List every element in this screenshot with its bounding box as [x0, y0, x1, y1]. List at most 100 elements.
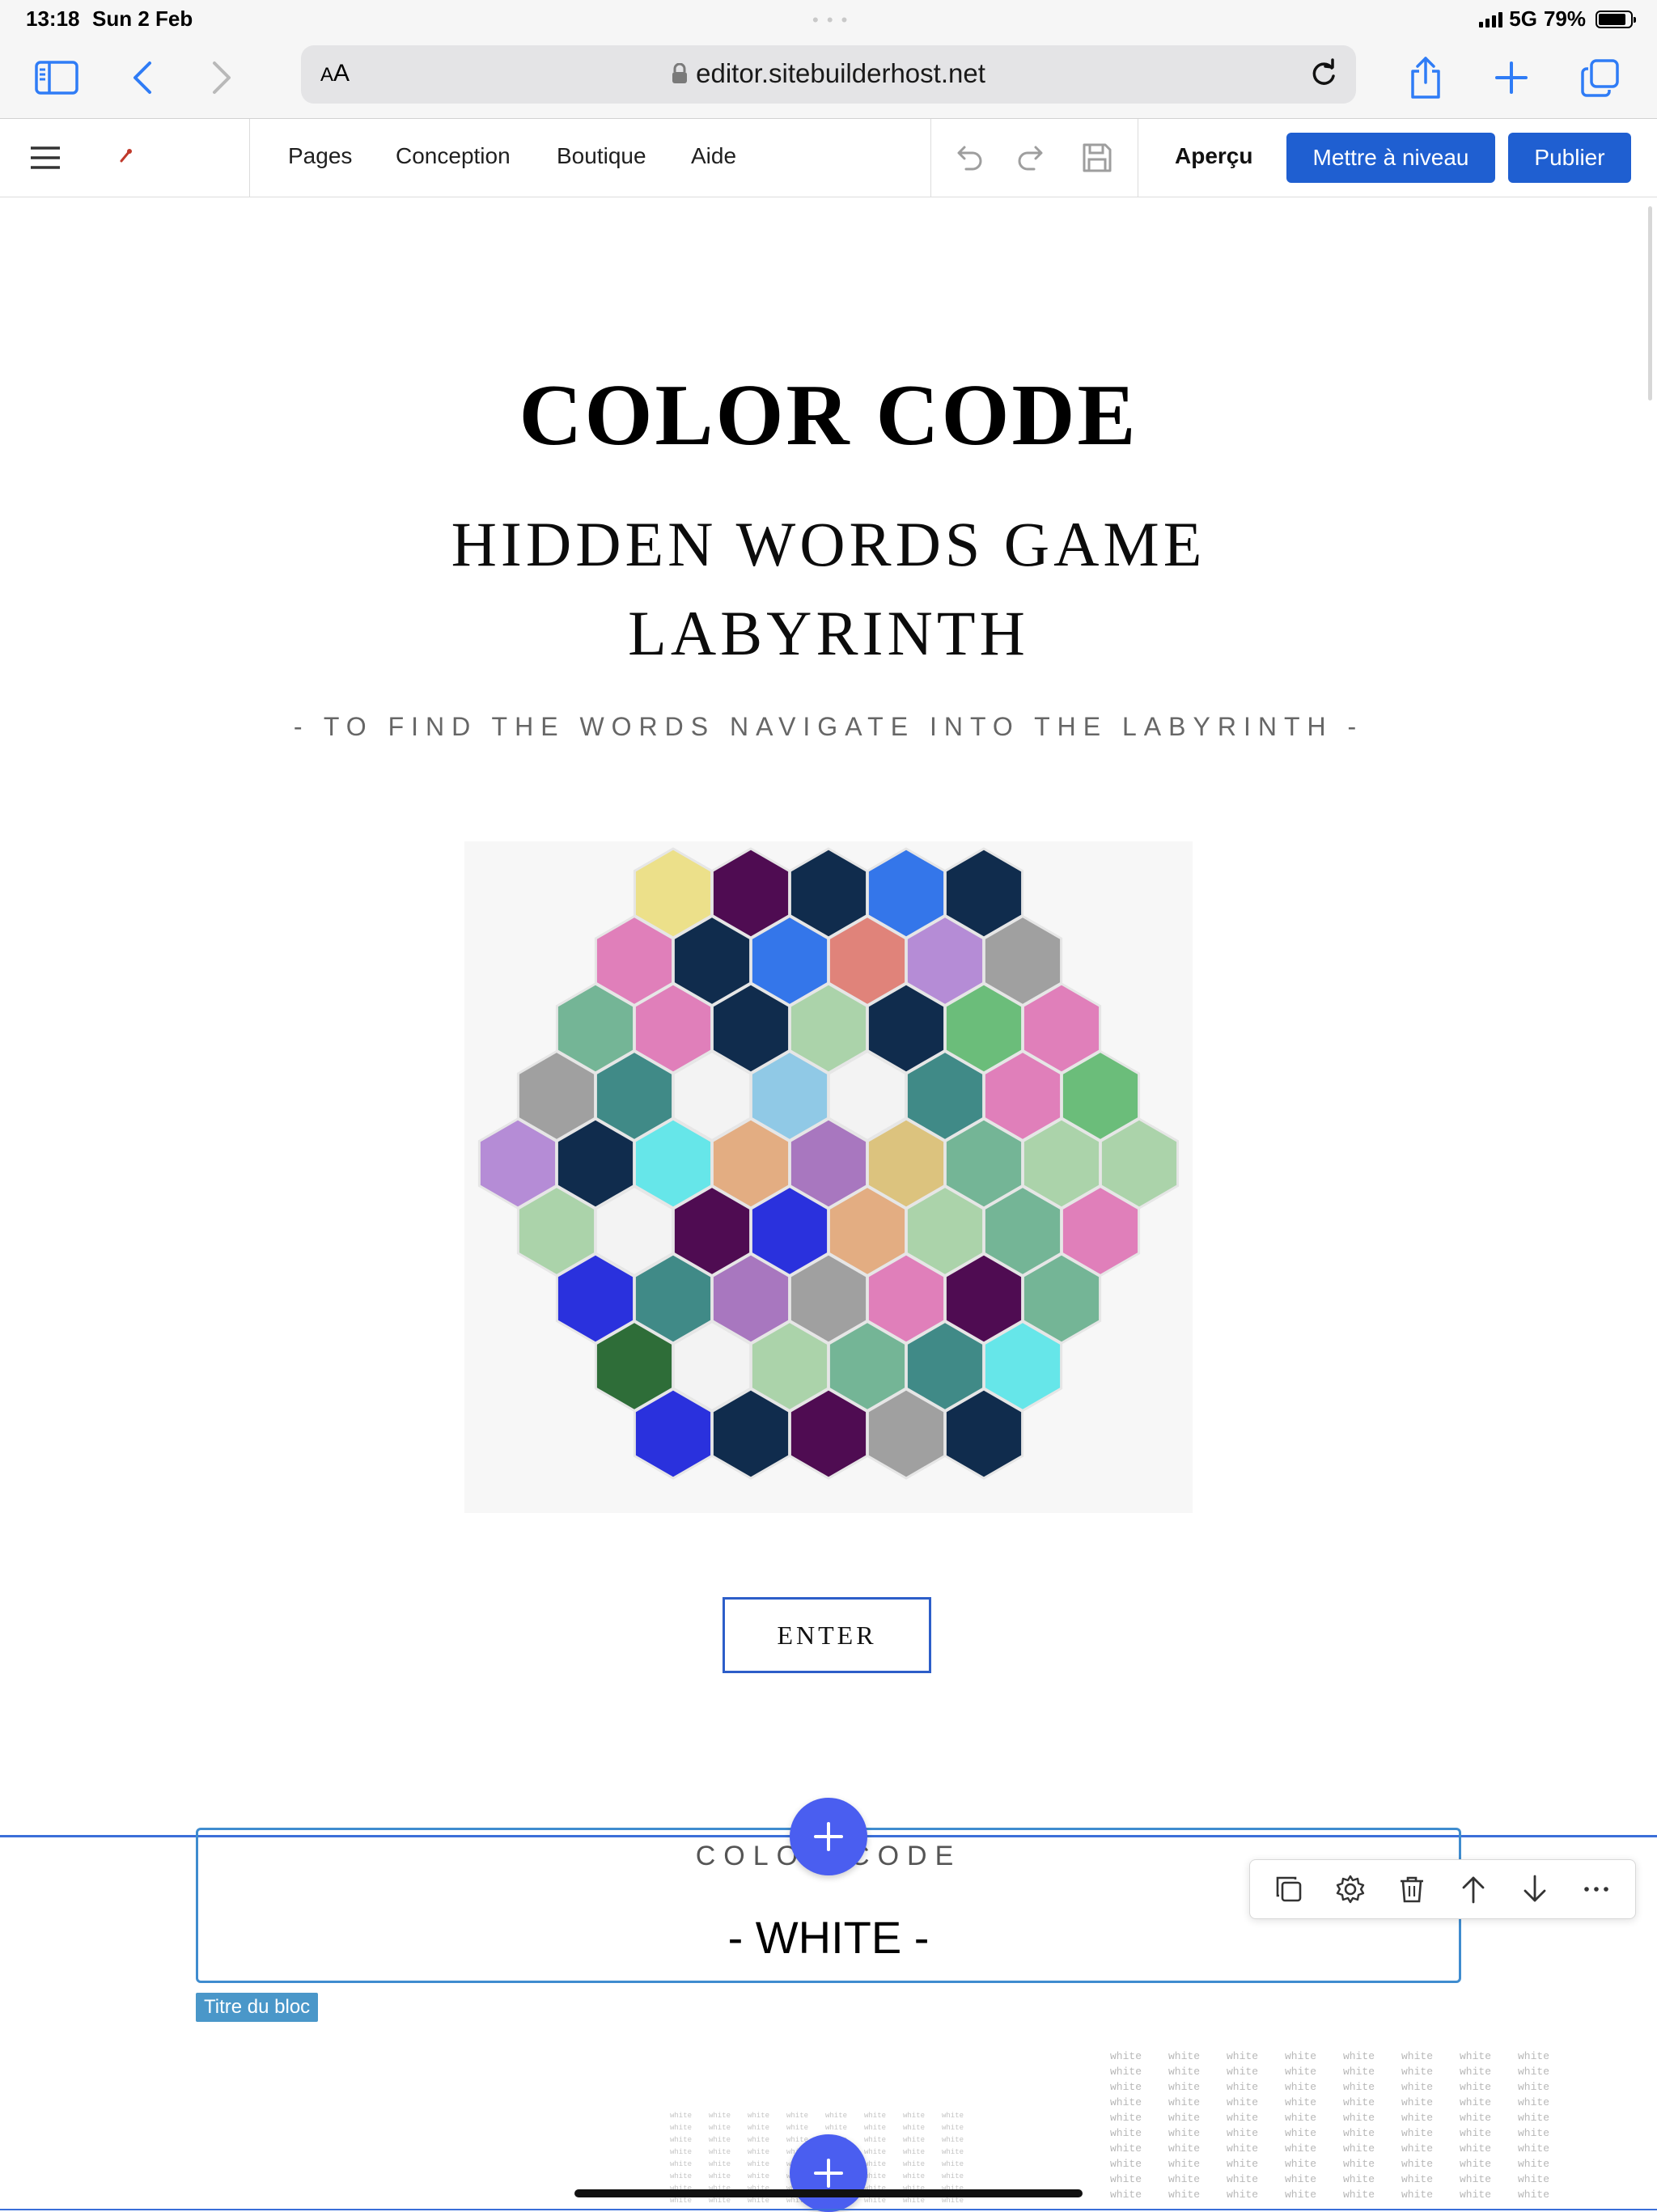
settings-gear-icon[interactable]: [1333, 1871, 1368, 1907]
more-options-icon[interactable]: [1579, 1871, 1614, 1907]
tile-word: white: [1343, 2050, 1375, 2062]
tile-word: white: [786, 2112, 809, 2120]
tile-word: white: [1285, 2066, 1317, 2078]
tile-word: white: [942, 2172, 964, 2180]
preview-button[interactable]: Aperçu: [1175, 143, 1252, 169]
multitasking-dots[interactable]: • • •: [812, 10, 849, 31]
tile-word: white: [1343, 2142, 1375, 2155]
sidebar-toggle-icon[interactable]: [32, 53, 81, 102]
block-type-tag: Titre du bloc: [196, 1993, 319, 2022]
battery-percent: 79%: [1543, 6, 1586, 31]
tile-word: white: [1168, 2173, 1201, 2185]
tile-word: white: [1168, 2096, 1201, 2108]
address-bar[interactable]: AA editor.sitebuilderhost.net: [301, 45, 1356, 104]
tile-word: white: [709, 2136, 731, 2144]
tile-word: white: [1168, 2158, 1201, 2170]
hamburger-menu-icon[interactable]: [29, 143, 61, 172]
lock-icon: [672, 60, 688, 91]
tile-word: white: [1401, 2189, 1434, 2201]
share-icon[interactable]: [1401, 53, 1450, 102]
hex-board[interactable]: [464, 841, 1193, 1513]
save-icon[interactable]: [1079, 140, 1115, 176]
home-indicator[interactable]: [574, 2189, 1083, 2197]
page-tagline[interactable]: - TO FIND THE WORDS NAVIGATE INTO THE LA…: [0, 712, 1657, 742]
tile-word: white: [1110, 2158, 1142, 2170]
tile-word: white: [1110, 2081, 1142, 2093]
duplicate-icon[interactable]: [1271, 1871, 1307, 1907]
tile-word: white: [1110, 2173, 1142, 2185]
tile-word: white: [1110, 2112, 1142, 2124]
page-title[interactable]: COLOR CODE: [0, 366, 1657, 466]
tile-word: white: [1110, 2127, 1142, 2139]
tile-word: white: [670, 2112, 693, 2120]
tile-word: white: [1401, 2050, 1434, 2062]
add-section-button[interactable]: [790, 1798, 867, 1875]
forward-icon[interactable]: [197, 53, 246, 102]
plus-icon: [814, 2159, 843, 2188]
url-display[interactable]: editor.sitebuilderhost.net: [301, 58, 1356, 91]
tile-word: white: [709, 2160, 731, 2168]
page-subtitle-line1[interactable]: HIDDEN WORDS GAME: [0, 508, 1657, 581]
tile-word: white: [1285, 2189, 1317, 2201]
battery-icon: [1596, 10, 1636, 28]
nav-boutique[interactable]: Boutique: [557, 143, 646, 169]
tile-word: white: [942, 2136, 964, 2144]
site-logo-icon[interactable]: [117, 146, 136, 166]
nav-aide[interactable]: Aide: [691, 143, 736, 169]
tile-word: white: [903, 2148, 926, 2156]
enter-button[interactable]: ENTER: [723, 1597, 931, 1673]
tile-word: white: [1168, 2112, 1201, 2124]
tile-word: white: [670, 2124, 693, 2132]
add-section-button[interactable]: [790, 2134, 867, 2212]
editor-toolbar: Pages Conception Boutique Aide Aperçu Me…: [0, 119, 1657, 197]
new-tab-icon[interactable]: [1487, 53, 1536, 102]
cellular-signal-icon: [1479, 11, 1503, 28]
tile-word: white: [748, 2124, 770, 2132]
tile-word: white: [1343, 2158, 1375, 2170]
tabs-overview-icon[interactable]: [1576, 53, 1625, 102]
tile-word: white: [1110, 2050, 1142, 2062]
tile-word: white: [1401, 2127, 1434, 2139]
tile-word: white: [1401, 2142, 1434, 2155]
reload-icon[interactable]: [1306, 57, 1341, 92]
tile-word: white: [1518, 2066, 1550, 2078]
tile-word: white: [864, 2148, 887, 2156]
tile-word: white: [1343, 2096, 1375, 2108]
white-words-image-right[interactable]: white white white white white white white white…: [1110, 2049, 1563, 2210]
tile-word: white: [1460, 2173, 1492, 2185]
tile-word: white: [1460, 2050, 1492, 2062]
nav-conception[interactable]: Conception: [396, 143, 511, 169]
tile-word: white: [1227, 2142, 1259, 2155]
tile-word: white: [1343, 2189, 1375, 2201]
tile-word: white: [1460, 2142, 1492, 2155]
tile-word: white: [1227, 2112, 1259, 2124]
tile-word: white: [1518, 2158, 1550, 2170]
tile-word: white: [1168, 2189, 1201, 2201]
publish-button[interactable]: Publier: [1508, 133, 1631, 183]
tile-word: white: [1343, 2081, 1375, 2093]
nav-pages[interactable]: Pages: [288, 143, 352, 169]
undo-icon[interactable]: [950, 140, 985, 176]
upgrade-button[interactable]: Mettre à niveau: [1286, 133, 1495, 183]
redo-icon[interactable]: [1015, 140, 1050, 176]
delete-trash-icon[interactable]: [1394, 1871, 1430, 1907]
tile-word: white: [1227, 2050, 1259, 2062]
move-up-arrow-icon[interactable]: [1456, 1871, 1491, 1907]
tile-word: white: [1227, 2066, 1259, 2078]
tile-word: white: [1460, 2081, 1492, 2093]
tile-word: white: [1401, 2081, 1434, 2093]
tile-word: white: [1518, 2142, 1550, 2155]
tile-word: white: [709, 2172, 731, 2180]
tile-word: white: [1401, 2096, 1434, 2108]
tile-word: white: [1285, 2142, 1317, 2155]
browser-toolbar: AA editor.sitebuilderhost.net: [0, 37, 1657, 119]
page-subtitle-line2[interactable]: LABYRINTH: [0, 597, 1657, 670]
toolbar-divider: [930, 119, 931, 197]
tile-word: white: [942, 2148, 964, 2156]
tile-word: white: [748, 2112, 770, 2120]
tile-word: white: [1518, 2173, 1550, 2185]
move-down-arrow-icon[interactable]: [1517, 1871, 1553, 1907]
tile-word: white: [709, 2148, 731, 2156]
tile-word: white: [709, 2112, 731, 2120]
back-icon[interactable]: [118, 53, 167, 102]
